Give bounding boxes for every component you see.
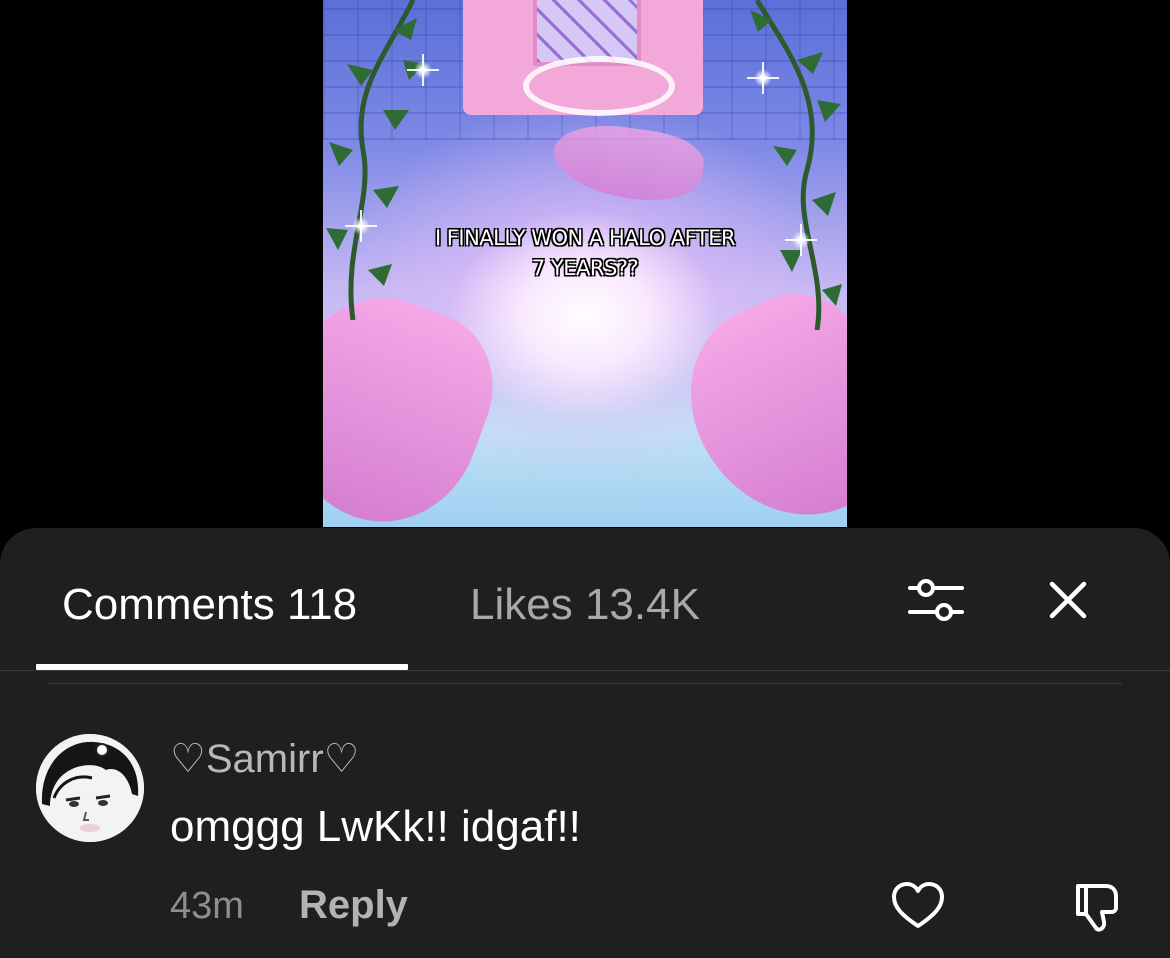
avatar[interactable] bbox=[36, 734, 144, 842]
tab-likes[interactable]: Likes 13.4K bbox=[470, 578, 700, 632]
sparkle bbox=[413, 54, 433, 86]
tab-comments[interactable]: Comments 118 bbox=[62, 578, 357, 632]
thumbs-down-icon[interactable] bbox=[1070, 878, 1126, 934]
video-caption: I FINALLY WON A HALO AFTER 7 YEARS?? bbox=[323, 223, 847, 283]
filter-sliders-icon[interactable] bbox=[904, 572, 968, 628]
halo-ring bbox=[523, 56, 675, 116]
comment-timestamp: 43m bbox=[170, 885, 244, 927]
comment-text: omggg LwKk!! idgaf!! bbox=[170, 802, 581, 851]
sparkle bbox=[753, 62, 773, 94]
reply-button[interactable]: Reply bbox=[299, 881, 408, 929]
caption-line-2: 7 YEARS?? bbox=[531, 256, 639, 280]
tabs-divider bbox=[0, 670, 1170, 671]
video-preview[interactable]: I FINALLY WON A HALO AFTER 7 YEARS?? bbox=[323, 0, 847, 527]
close-icon[interactable] bbox=[1044, 576, 1092, 624]
comment-username[interactable]: ♡Samirr♡ bbox=[170, 735, 360, 783]
caption-line-1: I FINALLY WON A HALO AFTER bbox=[434, 226, 736, 250]
heart-outline-icon[interactable] bbox=[890, 880, 946, 932]
comments-divider bbox=[48, 683, 1122, 684]
avatar-illustration bbox=[36, 734, 144, 842]
